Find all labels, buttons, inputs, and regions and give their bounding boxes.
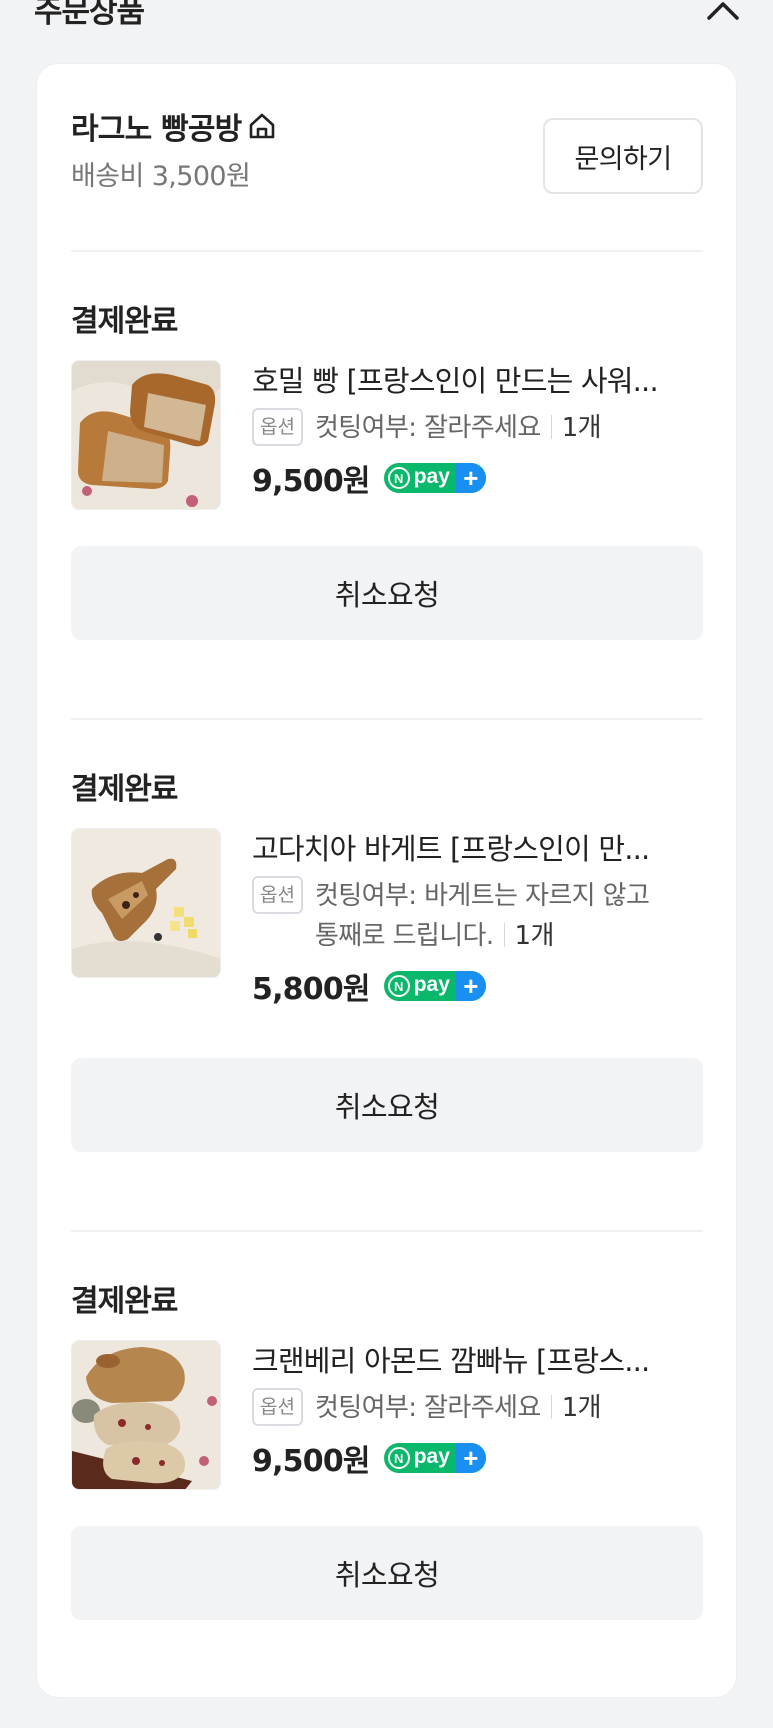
price: 9,500원 <box>252 1444 371 1479</box>
option-badge: 옵션 <box>252 876 303 914</box>
order-status: 결제완료 <box>71 772 178 807</box>
cancel-request-button[interactable]: 취소요청 <box>71 1058 703 1152</box>
option-value: 컷팅여부: 바게트는 자르지 않고 <box>314 881 650 911</box>
order-status: 결제완료 <box>71 304 178 339</box>
product-thumbnail[interactable] <box>71 360 221 510</box>
collapse-button[interactable] <box>701 0 745 28</box>
product-thumbnail[interactable] <box>71 828 221 978</box>
inquiry-button[interactable]: 문의하기 <box>543 118 703 194</box>
cancel-request-button[interactable]: 취소요청 <box>71 546 703 640</box>
npay-plus-badge: Npay + <box>383 463 486 493</box>
option-value: 통째로 드립니다. <box>314 921 494 951</box>
product-name[interactable]: 호밀 빵 [프랑스인이 만드는 사워... <box>252 360 703 402</box>
option-row: 옵션 컷팅여부: 잘라주세요 1개 <box>252 408 703 448</box>
option-text: 컷팅여부: 잘라주세요 1개 <box>314 1388 602 1428</box>
option-value: 컷팅여부: 잘라주세요 <box>314 1393 541 1423</box>
order-status: 결제완료 <box>71 1284 178 1319</box>
product-thumbnail[interactable] <box>71 1340 221 1490</box>
price: 9,500원 <box>252 464 371 499</box>
option-value: 컷팅여부: 잘라주세요 <box>314 413 541 443</box>
option-badge: 옵션 <box>252 1388 303 1426</box>
quantity: 1개 <box>514 921 555 951</box>
section-title: 주문상품 <box>34 0 145 30</box>
order-item: 결제완료 호밀 빵 [프랑스인이 만드는 사워... 옵션 컷팅여부: 잘라주세… <box>71 296 703 640</box>
option-text: 컷팅여부: 잘라주세요 1개 <box>314 408 602 448</box>
product-row[interactable]: 호밀 빵 [프랑스인이 만드는 사워... 옵션 컷팅여부: 잘라주세요 1개 9… <box>71 360 703 510</box>
quantity: 1개 <box>561 1393 602 1423</box>
option-text: 컷팅여부: 바게트는 자르지 않고통째로 드립니다. 1개 <box>314 876 650 956</box>
chevron-up-icon <box>707 2 739 20</box>
product-name[interactable]: 크랜베리 아몬드 깜빠뉴 [프랑스... <box>252 1340 703 1382</box>
home-icon[interactable] <box>247 111 277 141</box>
divider <box>71 718 703 720</box>
option-row: 옵션 컷팅여부: 바게트는 자르지 않고통째로 드립니다. 1개 <box>252 876 703 956</box>
divider <box>71 250 703 252</box>
product-row[interactable]: 고다치아 바게트 [프랑스인이 만... 옵션 컷팅여부: 바게트는 자르지 않… <box>71 828 703 1007</box>
seller-name[interactable]: 라그노 빵공방 <box>71 104 242 148</box>
divider <box>71 1230 703 1232</box>
order-card: 라그노 빵공방 배송비 3,500원 문의하기 결제완료 호밀 빵 [프랑스인이… <box>36 63 737 1698</box>
quantity: 1개 <box>561 413 602 443</box>
order-item: 결제완료 크랜베리 아몬드 깜빠뉴 [프랑스... 옵션 컷팅여부: 잘라주세요… <box>71 1276 703 1620</box>
npay-plus-badge: Npay + <box>383 971 486 1001</box>
option-row: 옵션 컷팅여부: 잘라주세요 1개 <box>252 1388 703 1428</box>
cancel-request-button[interactable]: 취소요청 <box>71 1526 703 1620</box>
product-name[interactable]: 고다치아 바게트 [프랑스인이 만... <box>252 828 703 870</box>
npay-plus-badge: Npay + <box>383 1443 486 1473</box>
product-row[interactable]: 크랜베리 아몬드 깜빠뉴 [프랑스... 옵션 컷팅여부: 잘라주세요 1개 9,… <box>71 1340 703 1490</box>
order-products-header: 주문상품 <box>0 0 773 40</box>
price: 5,800원 <box>252 972 371 1007</box>
option-badge: 옵션 <box>252 408 303 446</box>
seller-section: 라그노 빵공방 배송비 3,500원 문의하기 <box>71 104 703 244</box>
order-item: 결제완료 고다치아 바게트 [프랑스인이 만... 옵션 컷팅여부: 바게트는 … <box>71 764 703 1152</box>
